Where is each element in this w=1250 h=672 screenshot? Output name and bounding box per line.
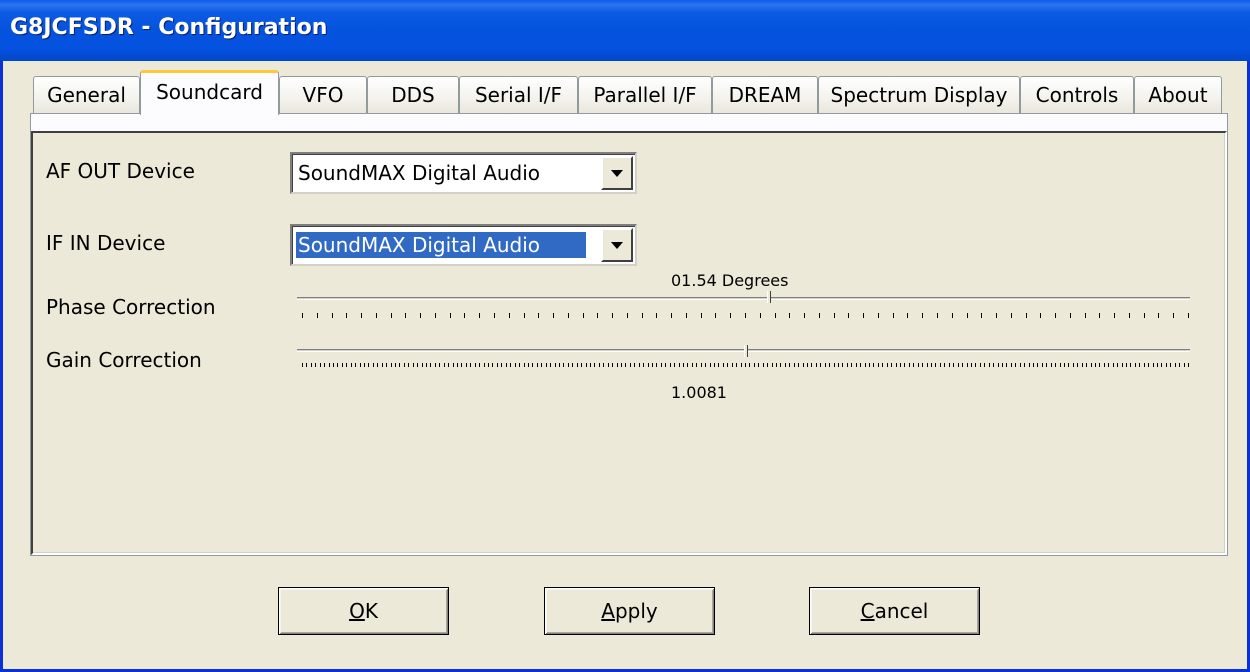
gain-slider-ticks <box>301 363 1191 369</box>
apply-button-mnemonic: A <box>601 599 615 623</box>
phase-correction-readout: 01.54 Degrees <box>671 271 789 290</box>
apply-button[interactable]: Apply <box>544 587 715 635</box>
ok-button-label: K <box>364 599 378 623</box>
af-out-device-value: SoundMAX Digital Audio <box>298 161 541 185</box>
gain-correction-readout: 1.0081 <box>671 383 727 402</box>
configuration-window: G8JCFSDR - Configuration General Soundca… <box>0 0 1250 672</box>
af-out-device-label: AF OUT Device <box>46 159 195 183</box>
af-out-dropdown-button[interactable] <box>601 156 633 190</box>
apply-button-label: pply <box>614 599 658 623</box>
phase-slider-thumb[interactable] <box>766 291 771 303</box>
tab-spectrum-display[interactable]: Spectrum Display <box>818 76 1020 114</box>
cancel-button-label: ancel <box>874 599 929 623</box>
tab-controls[interactable]: Controls <box>1020 76 1134 114</box>
if-in-device-label: IF IN Device <box>46 231 166 255</box>
tab-dds[interactable]: DDS <box>367 76 459 114</box>
cancel-button-mnemonic: C <box>860 599 875 623</box>
if-in-device-select[interactable]: SoundMAX Digital Audio <box>290 224 637 266</box>
ok-button-mnemonic: O <box>349 599 365 623</box>
gain-slider-thumb[interactable] <box>744 345 749 357</box>
tab-about[interactable]: About <box>1134 76 1222 114</box>
chevron-down-icon <box>611 242 623 249</box>
tab-dream[interactable]: DREAM <box>712 76 818 114</box>
soundcard-group-frame <box>31 131 1227 555</box>
window-title: G8JCFSDR - Configuration <box>10 15 328 40</box>
if-in-dropdown-button[interactable] <box>601 228 633 262</box>
ok-button[interactable]: OK <box>278 587 449 635</box>
af-out-device-select[interactable]: SoundMAX Digital Audio <box>290 152 637 194</box>
tab-vfo[interactable]: VFO <box>279 76 367 114</box>
title-bar[interactable]: G8JCFSDR - Configuration <box>0 0 1250 61</box>
phase-slider-ticks <box>301 313 1191 319</box>
gain-correction-label: Gain Correction <box>46 348 202 372</box>
tab-parallel-if[interactable]: Parallel I/F <box>578 76 712 114</box>
phase-slider-track[interactable] <box>297 297 1190 300</box>
tab-soundcard[interactable]: Soundcard <box>140 70 279 115</box>
tab-general[interactable]: General <box>33 76 140 114</box>
tab-serial-if[interactable]: Serial I/F <box>459 76 578 114</box>
if-in-device-value: SoundMAX Digital Audio <box>295 231 587 259</box>
chevron-down-icon <box>611 170 623 177</box>
phase-correction-label: Phase Correction <box>46 295 216 319</box>
cancel-button[interactable]: Cancel <box>809 587 980 635</box>
